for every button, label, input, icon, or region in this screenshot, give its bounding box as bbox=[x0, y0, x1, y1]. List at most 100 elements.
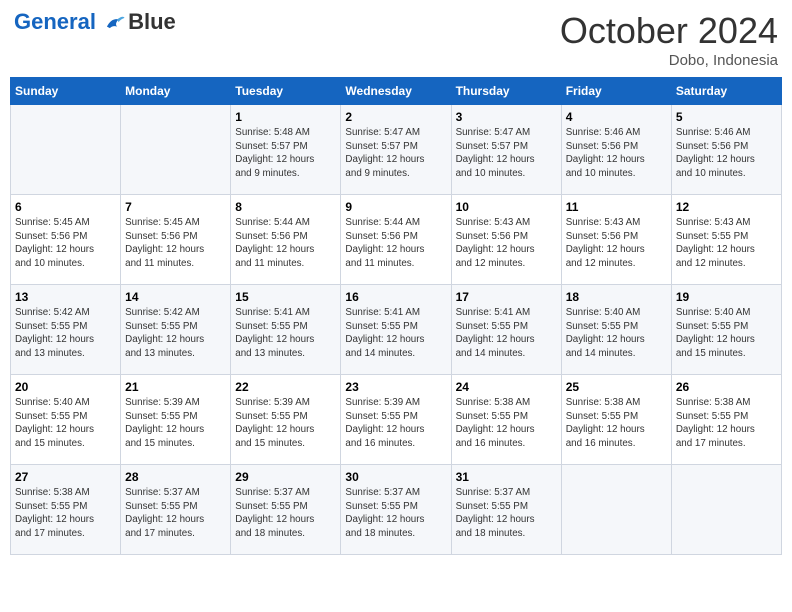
day-number: 6 bbox=[15, 200, 116, 214]
day-info: Sunrise: 5:40 AM Sunset: 5:55 PM Dayligh… bbox=[676, 306, 777, 361]
day-number: 18 bbox=[566, 290, 667, 304]
calendar-cell: 21 Sunrise: 5:39 AM Sunset: 5:55 PM Dayli… bbox=[121, 375, 231, 465]
day-info: Sunrise: 5:43 AM Sunset: 5:56 PM Dayligh… bbox=[566, 216, 667, 271]
calendar-cell bbox=[671, 465, 781, 555]
day-number: 26 bbox=[676, 380, 777, 394]
day-number: 29 bbox=[235, 470, 336, 484]
day-number: 19 bbox=[676, 290, 777, 304]
day-number: 10 bbox=[456, 200, 557, 214]
header-day-saturday: Saturday bbox=[671, 78, 781, 105]
calendar-cell: 30 Sunrise: 5:37 AM Sunset: 5:55 PM Dayli… bbox=[341, 465, 451, 555]
day-info: Sunrise: 5:46 AM Sunset: 5:56 PM Dayligh… bbox=[566, 126, 667, 181]
logo-bird-icon bbox=[104, 12, 126, 34]
day-info: Sunrise: 5:44 AM Sunset: 5:56 PM Dayligh… bbox=[235, 216, 336, 271]
day-number: 12 bbox=[676, 200, 777, 214]
day-info: Sunrise: 5:38 AM Sunset: 5:55 PM Dayligh… bbox=[566, 396, 667, 451]
calendar-cell: 29 Sunrise: 5:37 AM Sunset: 5:55 PM Dayli… bbox=[231, 465, 341, 555]
calendar-cell: 25Sunrise: 5:38 AM Sunset: 5:55 PM Dayli… bbox=[561, 375, 671, 465]
day-number: 15 bbox=[235, 290, 336, 304]
day-number: 16 bbox=[345, 290, 446, 304]
day-info: Sunrise: 5:42 AM Sunset: 5:55 PM Dayligh… bbox=[125, 306, 226, 361]
calendar-cell bbox=[121, 105, 231, 195]
header-day-tuesday: Tuesday bbox=[231, 78, 341, 105]
day-number: 7 bbox=[125, 200, 226, 214]
calendar-cell: 31 Sunrise: 5:37 AM Sunset: 5:55 PM Dayli… bbox=[451, 465, 561, 555]
header-day-sunday: Sunday bbox=[11, 78, 121, 105]
day-number: 9 bbox=[345, 200, 446, 214]
day-info: Sunrise: 5:44 AM Sunset: 5:56 PM Dayligh… bbox=[345, 216, 446, 271]
day-number: 17 bbox=[456, 290, 557, 304]
day-info: Sunrise: 5:37 AM Sunset: 5:55 PM Dayligh… bbox=[125, 486, 226, 541]
header-day-thursday: Thursday bbox=[451, 78, 561, 105]
day-number: 28 bbox=[125, 470, 226, 484]
day-number: 14 bbox=[125, 290, 226, 304]
day-info: Sunrise: 5:41 AM Sunset: 5:55 PM Dayligh… bbox=[345, 306, 446, 361]
calendar-cell: 24 Sunrise: 5:38 AM Sunset: 5:55 PM Dayli… bbox=[451, 375, 561, 465]
day-info: Sunrise: 5:38 AM Sunset: 5:55 PM Dayligh… bbox=[456, 396, 557, 451]
day-number: 4 bbox=[566, 110, 667, 124]
day-info: Sunrise: 5:43 AM Sunset: 5:56 PM Dayligh… bbox=[456, 216, 557, 271]
day-number: 2 bbox=[345, 110, 446, 124]
calendar-cell: 19 Sunrise: 5:40 AM Sunset: 5:55 PM Dayli… bbox=[671, 285, 781, 375]
day-number: 1 bbox=[235, 110, 336, 124]
calendar-cell: 6 Sunrise: 5:45 AM Sunset: 5:56 PM Daylig… bbox=[11, 195, 121, 285]
day-info: Sunrise: 5:46 AM Sunset: 5:56 PM Dayligh… bbox=[676, 126, 777, 181]
calendar-cell: 11 Sunrise: 5:43 AM Sunset: 5:56 PM Dayli… bbox=[561, 195, 671, 285]
day-info: Sunrise: 5:41 AM Sunset: 5:55 PM Dayligh… bbox=[235, 306, 336, 361]
header-day-friday: Friday bbox=[561, 78, 671, 105]
calendar-week-3: 13 Sunrise: 5:42 AM Sunset: 5:55 PM Dayli… bbox=[11, 285, 782, 375]
day-number: 22 bbox=[235, 380, 336, 394]
day-number: 13 bbox=[15, 290, 116, 304]
day-number: 31 bbox=[456, 470, 557, 484]
calendar-cell: 3 Sunrise: 5:47 AM Sunset: 5:57 PM Daylig… bbox=[451, 105, 561, 195]
day-info: Sunrise: 5:47 AM Sunset: 5:57 PM Dayligh… bbox=[456, 126, 557, 181]
day-number: 23 bbox=[345, 380, 446, 394]
day-info: Sunrise: 5:38 AM Sunset: 5:55 PM Dayligh… bbox=[15, 486, 116, 541]
day-number: 3 bbox=[456, 110, 557, 124]
calendar-cell bbox=[561, 465, 671, 555]
day-info: Sunrise: 5:37 AM Sunset: 5:55 PM Dayligh… bbox=[456, 486, 557, 541]
calendar-cell: 4 Sunrise: 5:46 AM Sunset: 5:56 PM Daylig… bbox=[561, 105, 671, 195]
day-info: Sunrise: 5:39 AM Sunset: 5:55 PM Dayligh… bbox=[345, 396, 446, 451]
logo: General Blue bbox=[14, 10, 176, 34]
logo-text: General bbox=[14, 10, 126, 34]
calendar-cell: 13 Sunrise: 5:42 AM Sunset: 5:55 PM Dayli… bbox=[11, 285, 121, 375]
day-info: Sunrise: 5:39 AM Sunset: 5:55 PM Dayligh… bbox=[235, 396, 336, 451]
day-info: Sunrise: 5:37 AM Sunset: 5:55 PM Dayligh… bbox=[235, 486, 336, 541]
day-info: Sunrise: 5:38 AM Sunset: 5:55 PM Dayligh… bbox=[676, 396, 777, 451]
header-day-monday: Monday bbox=[121, 78, 231, 105]
day-info: Sunrise: 5:39 AM Sunset: 5:55 PM Dayligh… bbox=[125, 396, 226, 451]
month-title: October 2024 bbox=[560, 10, 778, 52]
day-info: Sunrise: 5:37 AM Sunset: 5:55 PM Dayligh… bbox=[345, 486, 446, 541]
calendar-cell: 9 Sunrise: 5:44 AM Sunset: 5:56 PM Daylig… bbox=[341, 195, 451, 285]
day-info: Sunrise: 5:47 AM Sunset: 5:57 PM Dayligh… bbox=[345, 126, 446, 181]
calendar-cell: 7Sunrise: 5:45 AM Sunset: 5:56 PM Daylig… bbox=[121, 195, 231, 285]
day-info: Sunrise: 5:43 AM Sunset: 5:55 PM Dayligh… bbox=[676, 216, 777, 271]
calendar-cell: 20Sunrise: 5:40 AM Sunset: 5:55 PM Dayli… bbox=[11, 375, 121, 465]
calendar-week-4: 20Sunrise: 5:40 AM Sunset: 5:55 PM Dayli… bbox=[11, 375, 782, 465]
day-number: 24 bbox=[456, 380, 557, 394]
day-info: Sunrise: 5:42 AM Sunset: 5:55 PM Dayligh… bbox=[15, 306, 116, 361]
day-number: 21 bbox=[125, 380, 226, 394]
calendar-cell: 26 Sunrise: 5:38 AM Sunset: 5:55 PM Dayli… bbox=[671, 375, 781, 465]
calendar-cell: 14 Sunrise: 5:42 AM Sunset: 5:55 PM Dayli… bbox=[121, 285, 231, 375]
calendar-cell: 8 Sunrise: 5:44 AM Sunset: 5:56 PM Daylig… bbox=[231, 195, 341, 285]
calendar-cell: 22 Sunrise: 5:39 AM Sunset: 5:55 PM Dayli… bbox=[231, 375, 341, 465]
calendar-cell bbox=[11, 105, 121, 195]
day-number: 11 bbox=[566, 200, 667, 214]
calendar-cell: 12 Sunrise: 5:43 AM Sunset: 5:55 PM Dayli… bbox=[671, 195, 781, 285]
day-number: 8 bbox=[235, 200, 336, 214]
day-info: Sunrise: 5:45 AM Sunset: 5:56 PM Dayligh… bbox=[15, 216, 116, 271]
calendar-cell: 17 Sunrise: 5:41 AM Sunset: 5:55 PM Dayli… bbox=[451, 285, 561, 375]
calendar-week-2: 6 Sunrise: 5:45 AM Sunset: 5:56 PM Daylig… bbox=[11, 195, 782, 285]
calendar-week-5: 27Sunrise: 5:38 AM Sunset: 5:55 PM Dayli… bbox=[11, 465, 782, 555]
calendar-cell: 10 Sunrise: 5:43 AM Sunset: 5:56 PM Dayli… bbox=[451, 195, 561, 285]
calendar-cell: 27Sunrise: 5:38 AM Sunset: 5:55 PM Dayli… bbox=[11, 465, 121, 555]
calendar-cell: 28 Sunrise: 5:37 AM Sunset: 5:55 PM Dayli… bbox=[121, 465, 231, 555]
calendar-cell: 15 Sunrise: 5:41 AM Sunset: 5:55 PM Dayli… bbox=[231, 285, 341, 375]
day-info: Sunrise: 5:41 AM Sunset: 5:55 PM Dayligh… bbox=[456, 306, 557, 361]
calendar-cell: 23 Sunrise: 5:39 AM Sunset: 5:55 PM Dayli… bbox=[341, 375, 451, 465]
day-number: 30 bbox=[345, 470, 446, 484]
calendar-cell: 18Sunrise: 5:40 AM Sunset: 5:55 PM Dayli… bbox=[561, 285, 671, 375]
header-day-wednesday: Wednesday bbox=[341, 78, 451, 105]
